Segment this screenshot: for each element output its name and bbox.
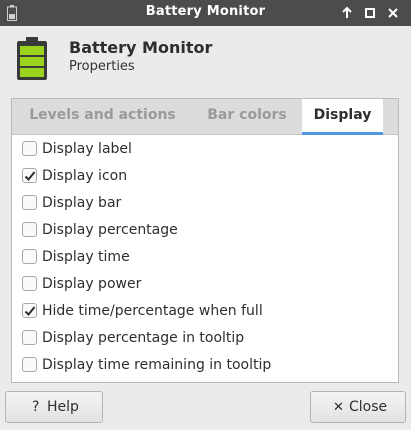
option-label: Display percentage in tooltip [42, 330, 245, 346]
option-label: Display bar [42, 195, 122, 211]
option-label: Display time [42, 249, 130, 265]
settings-notebook: Levels and actions Bar colors Display Di… [11, 98, 399, 383]
maximize-up-icon[interactable] [338, 4, 356, 22]
option-percentage-in-tooltip[interactable]: Display percentage in tooltip [21, 328, 381, 350]
option-label: Hide time/percentage when full [42, 303, 263, 319]
option-hide-when-full[interactable]: Hide time/percentage when full [21, 301, 381, 323]
tab-bar-colors[interactable]: Bar colors [193, 99, 301, 134]
option-display-icon[interactable]: Display icon [21, 166, 381, 188]
help-icon: ? [32, 399, 40, 415]
option-display-time[interactable]: Display time [21, 247, 381, 269]
tab-label: Levels and actions [29, 107, 176, 123]
dialog-title: Battery Monitor [69, 38, 213, 57]
dialog-subtitle: Properties [69, 59, 135, 74]
help-button-label: Help [47, 399, 79, 415]
option-label: Display icon [42, 168, 128, 184]
option-time-remaining-in-tooltip[interactable]: Display time remaining in tooltip [21, 355, 381, 377]
close-button-label: Close [349, 399, 388, 415]
checkbox[interactable] [22, 222, 37, 237]
tab-display[interactable]: Display [302, 99, 383, 135]
title-bar[interactable]: Battery Monitor [0, 0, 411, 26]
checkmark-icon [24, 306, 36, 316]
option-label: Display power [42, 276, 142, 292]
close-icon[interactable] [384, 4, 402, 22]
checkbox[interactable] [22, 249, 37, 264]
dialog-window: Battery Monitor Battery Monitor Properti… [0, 0, 411, 430]
checkbox[interactable] [22, 141, 37, 156]
option-display-bar[interactable]: Display bar [21, 193, 381, 215]
option-display-percentage[interactable]: Display percentage [21, 220, 381, 242]
checkbox[interactable] [22, 276, 37, 291]
option-label: Display time remaining in tooltip [42, 357, 272, 373]
checkbox[interactable] [22, 357, 37, 372]
close-button[interactable]: ✕ Close [310, 391, 406, 423]
option-label: Display label [42, 141, 132, 157]
checkmark-icon [24, 171, 36, 181]
option-display-power[interactable]: Display power [21, 274, 381, 296]
close-icon: ✕ [333, 400, 344, 415]
option-label: Display percentage [42, 222, 178, 238]
checkbox[interactable] [22, 195, 37, 210]
tab-label: Bar colors [207, 107, 287, 123]
checkbox[interactable] [22, 168, 37, 183]
checkbox[interactable] [22, 303, 37, 318]
tab-bar: Levels and actions Bar colors Display [12, 99, 398, 135]
battery-icon [16, 37, 48, 81]
tab-label: Display [313, 107, 372, 123]
active-tab-indicator [302, 132, 383, 135]
tab-levels-and-actions[interactable]: Levels and actions [12, 99, 193, 134]
checkbox[interactable] [22, 330, 37, 345]
option-display-label[interactable]: Display label [21, 139, 381, 161]
restore-icon[interactable] [361, 4, 379, 22]
help-button[interactable]: ? Help [5, 391, 103, 423]
